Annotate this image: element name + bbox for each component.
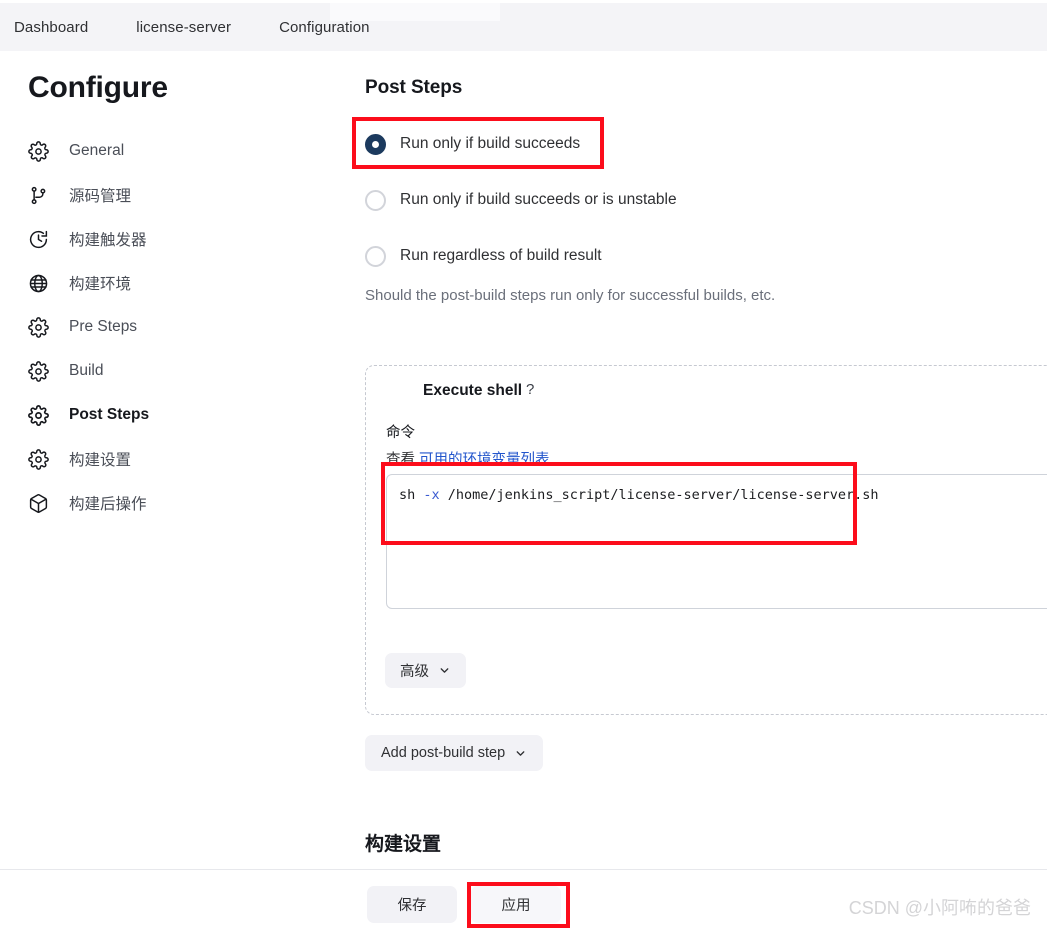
- sidebar-item-build-settings[interactable]: 构建设置: [0, 437, 340, 481]
- command-token-path: /home/jenkins_script/license-server/lice…: [447, 487, 879, 503]
- breadcrumb-item-configuration[interactable]: Configuration: [279, 19, 370, 36]
- sidebar: Configure General 源码管理 构建触发器 构建环境 Pre St…: [0, 55, 340, 525]
- advanced-button-label: 高级: [400, 664, 429, 680]
- apply-button[interactable]: 应用: [471, 886, 561, 923]
- sidebar-item-label: General: [69, 142, 125, 159]
- sidebar-item-label: 构建设置: [69, 452, 132, 469]
- sidebar-item-label: Pre Steps: [69, 318, 138, 335]
- command-label: 命令: [386, 425, 415, 441]
- radio-label: Run only if build succeeds or is unstabl…: [400, 191, 677, 208]
- save-button[interactable]: 保存: [367, 886, 457, 923]
- env-prefix-text: 查看: [386, 452, 415, 468]
- radio-run-only-if-build-succeeds-or-unstable[interactable]: Run only if build succeeds or is unstabl…: [365, 185, 1047, 215]
- env-variables-link[interactable]: 可用的环境变量列表: [419, 452, 550, 468]
- radio-label: Run regardless of build result: [400, 247, 602, 264]
- advanced-button[interactable]: 高级: [385, 653, 466, 688]
- git-branch-icon: [26, 183, 50, 207]
- help-icon[interactable]: ?: [526, 381, 534, 398]
- page-title: Configure: [28, 71, 168, 104]
- globe-icon: [26, 271, 50, 295]
- breadcrumb-item-dashboard[interactable]: Dashboard: [14, 19, 88, 36]
- sidebar-list: General 源码管理 构建触发器 构建环境 Pre Steps Build …: [0, 129, 340, 525]
- sidebar-item-label: 源码管理: [69, 188, 132, 205]
- execute-shell-title: Execute shell: [423, 382, 523, 399]
- package-icon: [26, 491, 50, 515]
- sidebar-item-build-triggers[interactable]: 构建触发器: [0, 217, 340, 261]
- chevron-down-icon: [514, 747, 527, 760]
- radio-label: Run only if build succeeds: [400, 135, 581, 152]
- sidebar-item-build-environment[interactable]: 构建环境: [0, 261, 340, 305]
- sidebar-item-label: 构建后操作: [69, 496, 147, 513]
- sidebar-item-label: Build: [69, 362, 104, 379]
- gear-icon: [26, 447, 50, 471]
- sidebar-item-label: 构建环境: [69, 276, 132, 293]
- topbar-overlay-strip: [330, 3, 500, 21]
- command-token-cmd: sh: [399, 487, 416, 503]
- add-post-build-step-label: Add post-build step: [381, 745, 506, 761]
- gear-icon: [26, 315, 50, 339]
- section-title-post-steps: Post Steps: [365, 77, 463, 98]
- main-content: Post Steps Run only if build succeeds Ru…: [365, 55, 1047, 304]
- post-steps-hint: Should the post-build steps run only for…: [365, 287, 776, 304]
- sidebar-item-label: 构建触发器: [69, 232, 147, 249]
- breadcrumb-bar: Dashboard license-server Configuration: [0, 3, 1047, 51]
- command-token-flag: -x: [415, 487, 448, 503]
- radio-indicator[interactable]: [365, 189, 386, 211]
- sidebar-item-post-steps[interactable]: Post Steps: [0, 393, 340, 437]
- sidebar-item-label: Post Steps: [69, 406, 150, 423]
- sidebar-item-post-build-actions[interactable]: 构建后操作: [0, 481, 340, 525]
- radio-run-only-if-build-succeeds[interactable]: Run only if build succeeds: [365, 129, 1047, 159]
- sidebar-item-build[interactable]: Build: [0, 349, 340, 393]
- section-title-build-settings: 构建设置: [365, 834, 442, 855]
- gear-icon: [26, 403, 50, 427]
- radio-indicator[interactable]: [365, 133, 386, 155]
- watermark: CSDN @小阿咘的爸爸: [848, 898, 1031, 918]
- sidebar-item-general[interactable]: General: [0, 129, 340, 173]
- env-variables-line: 查看 可用的环境变量列表: [386, 448, 550, 469]
- sidebar-item-scm[interactable]: 源码管理: [0, 173, 340, 217]
- clock-icon: [26, 227, 50, 251]
- execute-shell-block: Execute shell ? 命令 查看 可用的环境变量列表 sh -x /h…: [365, 365, 1047, 715]
- breadcrumb-item-license-server[interactable]: license-server: [136, 19, 231, 36]
- chevron-down-icon: [438, 664, 451, 677]
- app-root: Dashboard license-server Configuration C…: [0, 0, 1047, 932]
- radio-indicator[interactable]: [365, 245, 386, 267]
- sidebar-item-pre-steps[interactable]: Pre Steps: [0, 305, 340, 349]
- add-post-build-step-button[interactable]: Add post-build step: [365, 735, 544, 771]
- radio-run-regardless-of-build-result[interactable]: Run regardless of build result: [365, 241, 1047, 271]
- gear-icon: [26, 359, 50, 383]
- shell-command-textarea[interactable]: sh -x /home/jenkins_script/license-serve…: [386, 474, 1047, 609]
- gear-icon: [26, 139, 50, 163]
